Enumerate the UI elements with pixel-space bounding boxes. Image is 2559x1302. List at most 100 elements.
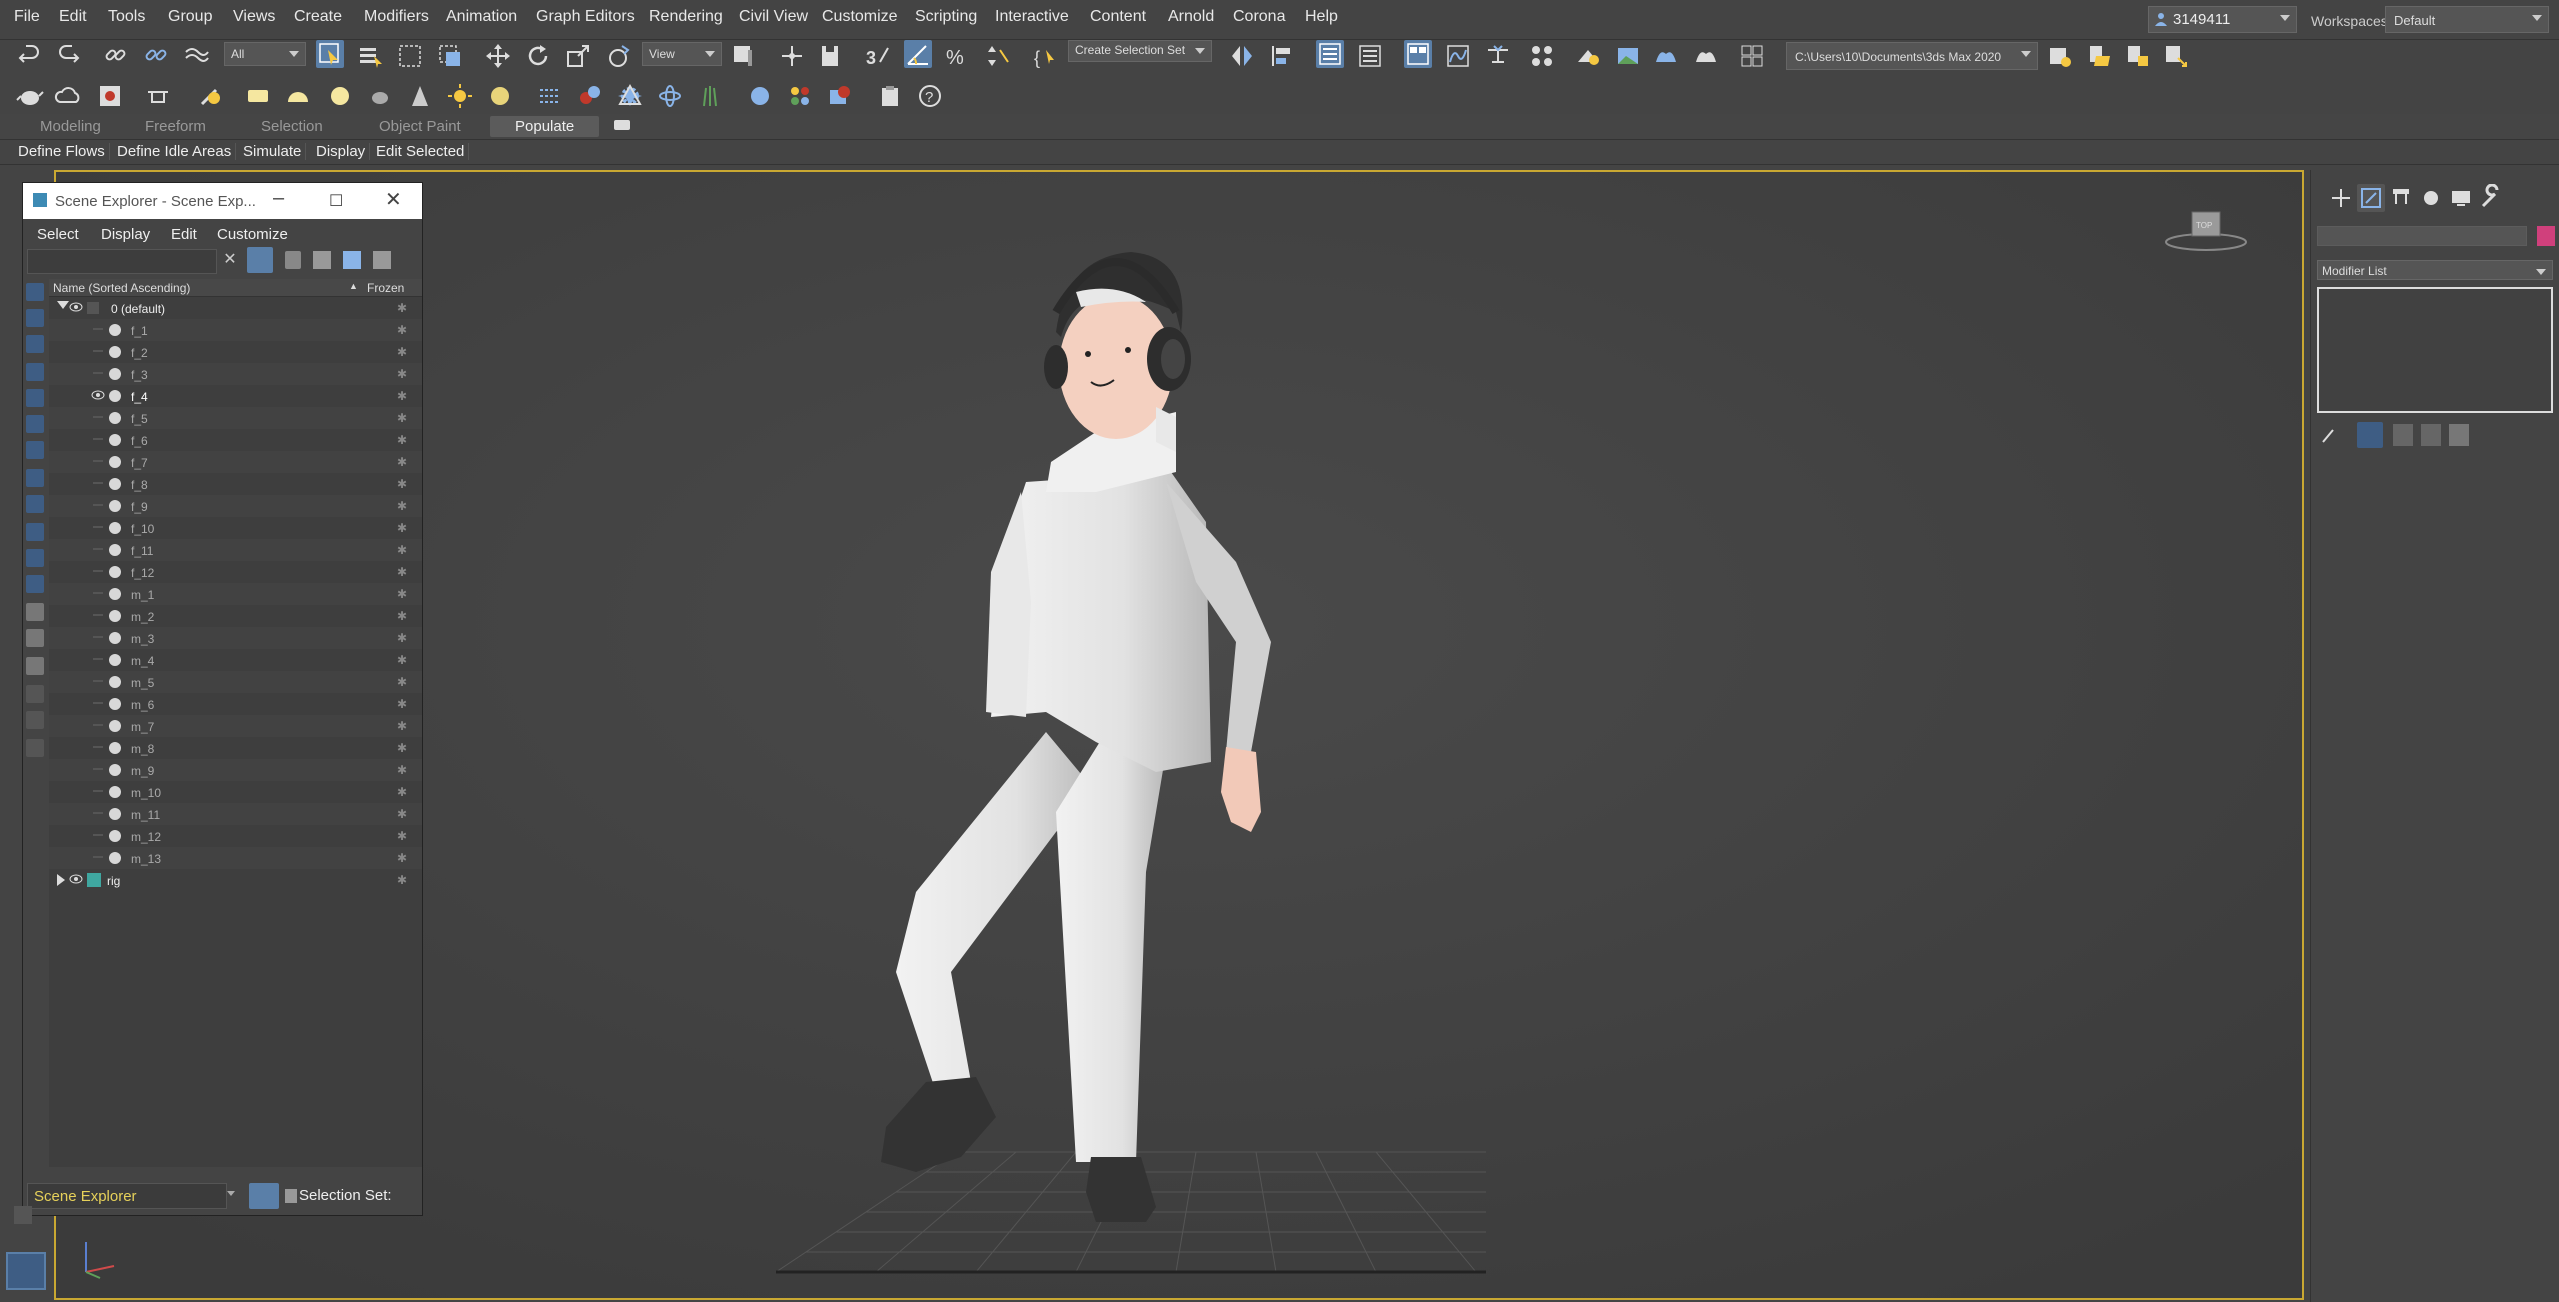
- menu-animation[interactable]: Animation: [446, 8, 517, 26]
- tab-modeling[interactable]: Modeling: [40, 118, 101, 135]
- hemisphere-icon[interactable]: [284, 82, 312, 110]
- se-menu-edit[interactable]: Edit: [171, 226, 197, 243]
- user-account-dropdown[interactable]: 3149411: [2148, 6, 2297, 33]
- object-row[interactable]: m_12 ✱: [49, 825, 422, 847]
- se-menu-customize[interactable]: Customize: [217, 226, 288, 243]
- object-name-field[interactable]: [2317, 226, 2527, 246]
- filter-funnel-icon[interactable]: [26, 711, 44, 729]
- frozen-toggle-icon[interactable]: ✱: [397, 587, 407, 601]
- hidden-eye-icon[interactable]: [93, 372, 103, 374]
- rectangular-selection-icon[interactable]: [396, 42, 424, 70]
- hidden-eye-icon[interactable]: [93, 768, 103, 770]
- teapot-primitive-icon[interactable]: [366, 82, 394, 110]
- frozen-toggle-icon[interactable]: ✱: [397, 345, 407, 359]
- frozen-toggle-icon[interactable]: ✱: [397, 477, 407, 491]
- menu-graph-editors[interactable]: Graph Editors: [536, 8, 635, 26]
- hidden-eye-icon[interactable]: [93, 460, 103, 462]
- hidden-eye-icon[interactable]: [93, 636, 103, 638]
- hidden-eye-icon[interactable]: [93, 570, 103, 572]
- hidden-eye-icon[interactable]: [93, 504, 103, 506]
- render-frame-icon[interactable]: [826, 82, 854, 110]
- filter-spacewarps-icon[interactable]: [26, 415, 44, 433]
- hidden-eye-icon[interactable]: [93, 724, 103, 726]
- scene-explorer-toggle-icon[interactable]: [1316, 40, 1344, 68]
- mirror-icon[interactable]: [1228, 42, 1256, 70]
- place-icon[interactable]: [604, 42, 632, 70]
- menu-arnold[interactable]: Arnold: [1168, 8, 1214, 26]
- cone-icon[interactable]: [406, 82, 434, 110]
- frozen-toggle-icon[interactable]: ✱: [397, 807, 407, 821]
- object-row[interactable]: m_13 ✱: [49, 847, 422, 869]
- scene-explorer-search-input[interactable]: [27, 249, 217, 274]
- frozen-toggle-icon[interactable]: ✱: [397, 433, 407, 447]
- percent-snap-icon[interactable]: %: [944, 42, 972, 70]
- hidden-eye-icon[interactable]: [93, 614, 103, 616]
- workspace-dropdown[interactable]: Default: [2385, 6, 2549, 33]
- frozen-toggle-icon[interactable]: ✱: [397, 653, 407, 667]
- reference-coordinate-dropdown[interactable]: View: [642, 42, 722, 66]
- hidden-eye-icon[interactable]: [93, 592, 103, 594]
- hidden-eye-icon[interactable]: [93, 350, 103, 352]
- clipboard-icon[interactable]: [876, 82, 904, 110]
- layers-toggle-icon[interactable]: [249, 1183, 279, 1209]
- frozen-toggle-icon[interactable]: ✱: [397, 829, 407, 843]
- maximize-icon[interactable]: ☐: [329, 191, 343, 211]
- frozen-toggle-icon[interactable]: ✱: [397, 609, 407, 623]
- filter-bones-icon[interactable]: [26, 495, 44, 513]
- hidden-eye-icon[interactable]: [93, 526, 103, 528]
- select-by-name-icon[interactable]: [356, 42, 384, 70]
- object-row[interactable]: m_9 ✱: [49, 759, 422, 781]
- object-row[interactable]: f_2 ✱: [49, 341, 422, 363]
- tab-selection[interactable]: Selection: [261, 118, 323, 135]
- object-row[interactable]: f_9 ✱: [49, 495, 422, 517]
- project-folder-dropdown[interactable]: C:\Users\10\Documents\3ds Max 2020: [1786, 42, 2038, 70]
- material-balls-icon[interactable]: [786, 82, 814, 110]
- object-row[interactable]: m_2 ✱: [49, 605, 422, 627]
- modify-tab-icon[interactable]: [2357, 184, 2385, 212]
- object-row[interactable]: f_8 ✱: [49, 473, 422, 495]
- hidden-eye-icon[interactable]: [93, 746, 103, 748]
- curve-editor-icon[interactable]: [1444, 42, 1472, 70]
- filter-shapes-icon[interactable]: [26, 309, 44, 327]
- layer-row-rig[interactable]: rig ✱: [49, 869, 422, 891]
- viewcube-face-label[interactable]: TOP: [2196, 221, 2212, 230]
- rendered-frame-window-icon[interactable]: [1614, 42, 1642, 70]
- frozen-toggle-icon[interactable]: ✱: [397, 323, 407, 337]
- edit-selected-button[interactable]: Edit Selected: [372, 143, 470, 160]
- menu-customize[interactable]: Customize: [822, 8, 898, 26]
- hierarchy-tab-icon[interactable]: [2387, 184, 2415, 212]
- define-flows-button[interactable]: Define Flows: [14, 143, 110, 160]
- pin-stack-icon[interactable]: [2319, 424, 2339, 446]
- filter-invert-icon[interactable]: [26, 685, 44, 703]
- menu-views[interactable]: Views: [233, 8, 275, 26]
- frozen-toggle-icon[interactable]: ✱: [397, 851, 407, 865]
- tab-populate[interactable]: Populate: [490, 116, 600, 137]
- menu-civil-view[interactable]: Civil View: [739, 8, 808, 26]
- window-crossing-icon[interactable]: [436, 42, 464, 70]
- render-in-cloud-icon[interactable]: [1738, 42, 1766, 70]
- named-selection-set-dropdown[interactable]: Create Selection Set: [1068, 40, 1212, 62]
- frozen-toggle-icon[interactable]: ✱: [397, 763, 407, 777]
- open-folder-icon[interactable]: [2086, 42, 2114, 70]
- object-row[interactable]: f_6 ✱: [49, 429, 422, 451]
- create-tab-icon[interactable]: [2327, 184, 2355, 212]
- filter-icon[interactable]: [247, 247, 273, 273]
- layers-icon[interactable]: [343, 251, 361, 269]
- utilities-tab-icon[interactable]: [2477, 183, 2505, 212]
- se-menu-select[interactable]: Select: [37, 226, 79, 243]
- menu-help[interactable]: Help: [1305, 8, 1338, 26]
- filter-groups-icon[interactable]: [26, 441, 44, 459]
- frozen-toggle-icon[interactable]: ✱: [397, 367, 407, 381]
- simulate-button[interactable]: Simulate: [239, 143, 307, 160]
- layer-explorer-icon[interactable]: [1356, 42, 1384, 70]
- select-manipulate-icon[interactable]: [778, 42, 806, 70]
- teapot-icon[interactable]: [16, 82, 44, 110]
- object-row[interactable]: f_12 ✱: [49, 561, 422, 583]
- dome-light-icon[interactable]: [486, 82, 514, 110]
- menu-modifiers[interactable]: Modifiers: [364, 8, 429, 26]
- filter-containers-icon[interactable]: [26, 523, 44, 541]
- frozen-toggle-icon[interactable]: ✱: [397, 521, 407, 535]
- hidden-eye-icon[interactable]: [93, 482, 103, 484]
- modifier-stack[interactable]: [2317, 287, 2553, 413]
- modifier-list-dropdown[interactable]: Modifier List: [2317, 260, 2553, 280]
